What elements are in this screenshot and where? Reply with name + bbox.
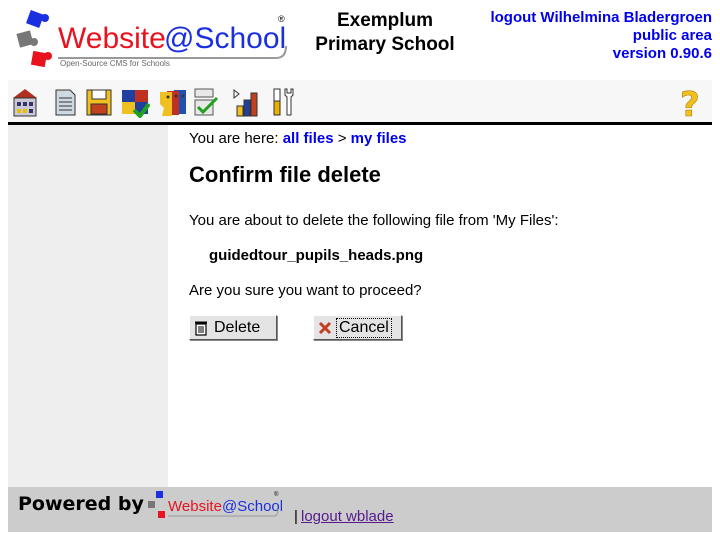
footer-logo[interactable]: Website @School ® — [146, 489, 282, 523]
svg-text:Website: Website — [168, 498, 222, 515]
checklist-icon[interactable] — [191, 86, 221, 118]
cancel-label: Cancel — [336, 317, 392, 338]
user-info: logout Wilhelmina Bladergroen public are… — [490, 9, 712, 63]
breadcrumb-prefix: You are here: — [189, 130, 283, 147]
sidebar — [8, 125, 168, 487]
school-title: Exemplum Primary School — [300, 9, 470, 57]
website-at-school-logo[interactable]: Website @School Open-Source CMS for Scho… — [14, 8, 294, 76]
public-area-link[interactable]: public area — [490, 27, 712, 45]
svg-text:?: ? — [680, 86, 700, 120]
content: You are here: all files > my files Confi… — [189, 125, 709, 487]
intro-text: You are about to delete the following fi… — [189, 212, 559, 229]
header: Website @School Open-Source CMS for Scho… — [8, 0, 712, 80]
filename: guidedtour_pupils_heads.png — [209, 247, 424, 264]
page-title: Confirm file delete — [189, 162, 381, 187]
breadcrumb-my-files[interactable]: my files — [351, 130, 407, 147]
breadcrumb-all-files[interactable]: all files — [283, 130, 334, 147]
footer: Powered by Website @School ® | logout wb… — [8, 487, 712, 532]
puzzle-modules-icon[interactable] — [120, 86, 150, 118]
page: Website @School Open-Source CMS for Scho… — [8, 0, 712, 532]
puzzle-pieces-icon — [16, 10, 52, 68]
tools-icon[interactable] — [268, 86, 298, 118]
toolbar: ? — [8, 80, 712, 125]
users-faces-icon[interactable] — [158, 86, 188, 118]
footer-separator: | — [294, 508, 298, 525]
logo-tagline: Open-Source CMS for Schools — [60, 59, 170, 68]
cancel-button[interactable]: Cancel — [313, 315, 402, 340]
logout-link[interactable]: logout Wilhelmina Bladergroen — [490, 9, 712, 27]
breadcrumb-separator: > — [333, 130, 351, 147]
svg-text:®: ® — [278, 14, 285, 24]
logo-text-website: Website — [58, 22, 166, 55]
delete-button[interactable]: Delete — [189, 315, 277, 340]
delete-label: Delete — [214, 318, 261, 336]
version-link[interactable]: version 0.90.6 — [490, 45, 712, 63]
confirm-question: Are you sure you want to proceed? — [189, 282, 422, 299]
svg-text:®: ® — [274, 491, 279, 498]
cancel-x-icon — [318, 321, 332, 334]
trash-icon — [195, 321, 207, 336]
page-icon[interactable] — [50, 86, 80, 118]
logo-text-school: @School — [164, 22, 286, 55]
school-title-line2: Primary School — [315, 34, 455, 55]
school-title-line1: Exemplum — [336, 10, 434, 31]
svg-text:@School: @School — [222, 498, 282, 515]
bar-chart-icon[interactable] — [231, 86, 261, 118]
question-mark-icon[interactable]: ? — [678, 86, 704, 120]
house-icon[interactable] — [10, 86, 40, 118]
breadcrumb: You are here: all files > my files — [189, 130, 407, 147]
floppy-disk-icon[interactable] — [84, 86, 114, 118]
powered-by-label: Powered by — [18, 493, 144, 515]
footer-logout-link[interactable]: logout wblade — [301, 508, 394, 525]
